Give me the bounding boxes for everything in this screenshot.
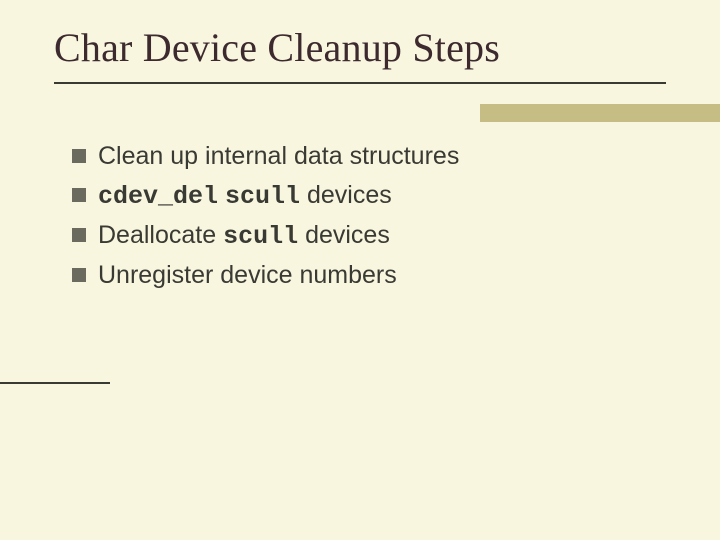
code-span: scull	[223, 222, 298, 251]
accent-bar	[480, 104, 720, 122]
code-span: scull	[225, 182, 300, 211]
left-rule	[0, 382, 110, 384]
square-bullet-icon	[72, 228, 86, 242]
bullet-text: cdev_del scull devices	[98, 179, 392, 213]
bullet-text: Unregister device numbers	[98, 259, 397, 292]
slide-body: Clean up internal data structures cdev_d…	[72, 140, 652, 298]
square-bullet-icon	[72, 149, 86, 163]
slide-title: Char Device Cleanup Steps	[54, 24, 500, 71]
bullet-item: cdev_del scull devices	[72, 179, 652, 213]
square-bullet-icon	[72, 268, 86, 282]
slide: Char Device Cleanup Steps Clean up inter…	[0, 0, 720, 540]
text-span: devices	[305, 221, 390, 249]
bullet-text: Clean up internal data structures	[98, 140, 459, 173]
text-span: devices	[307, 181, 392, 209]
bullet-item: Deallocate scull devices	[72, 219, 652, 253]
code-span: cdev_del	[98, 182, 218, 211]
bullet-item: Unregister device numbers	[72, 259, 652, 292]
bullet-item: Clean up internal data structures	[72, 140, 652, 173]
text-span: Deallocate	[98, 221, 216, 249]
title-underline	[54, 82, 666, 84]
square-bullet-icon	[72, 188, 86, 202]
bullet-text: Deallocate scull devices	[98, 219, 390, 253]
